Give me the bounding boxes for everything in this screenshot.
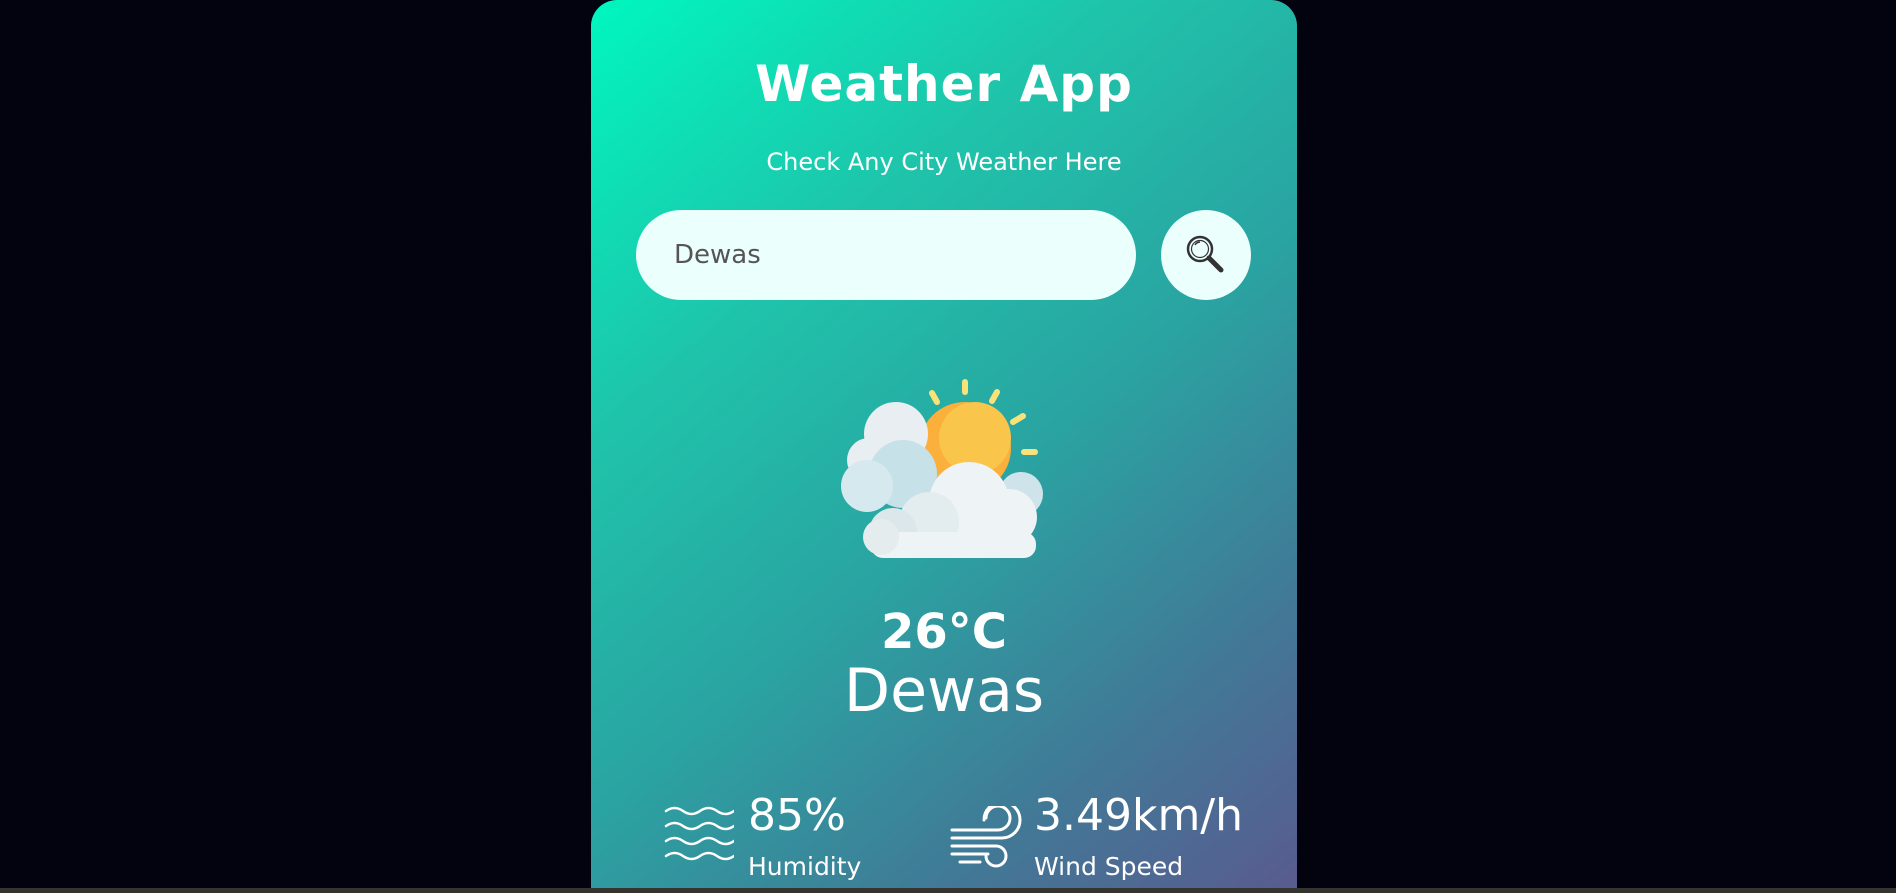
temperature-value: 26°C [880,604,1008,660]
search-icon [1186,235,1224,273]
humidity-detail: 85% Humidity [664,790,904,888]
search-button[interactable] [1161,210,1251,300]
humidity-label: Humidity [748,852,862,881]
city-search-input[interactable] [636,210,1136,300]
humidity-value: 85% [748,790,846,841]
bottom-edge [0,888,1896,893]
partly-cloudy-icon [841,379,1043,558]
app-title: Weather App [755,55,1133,113]
wind-icon [950,806,1022,868]
city-name: Dewas [843,656,1045,726]
app-subtitle: Check Any City Weather Here [766,148,1122,176]
humidity-waves-icon [664,806,734,861]
wind-speed-value: 3.49km/h [1034,790,1244,841]
weather-card: Weather App Check Any City Weather Here [591,0,1297,888]
wind-speed-label: Wind Speed [1034,852,1184,881]
page: Weather App Check Any City Weather Here [0,0,1896,893]
wind-detail: 3.49km/h Wind Speed [950,790,1250,888]
